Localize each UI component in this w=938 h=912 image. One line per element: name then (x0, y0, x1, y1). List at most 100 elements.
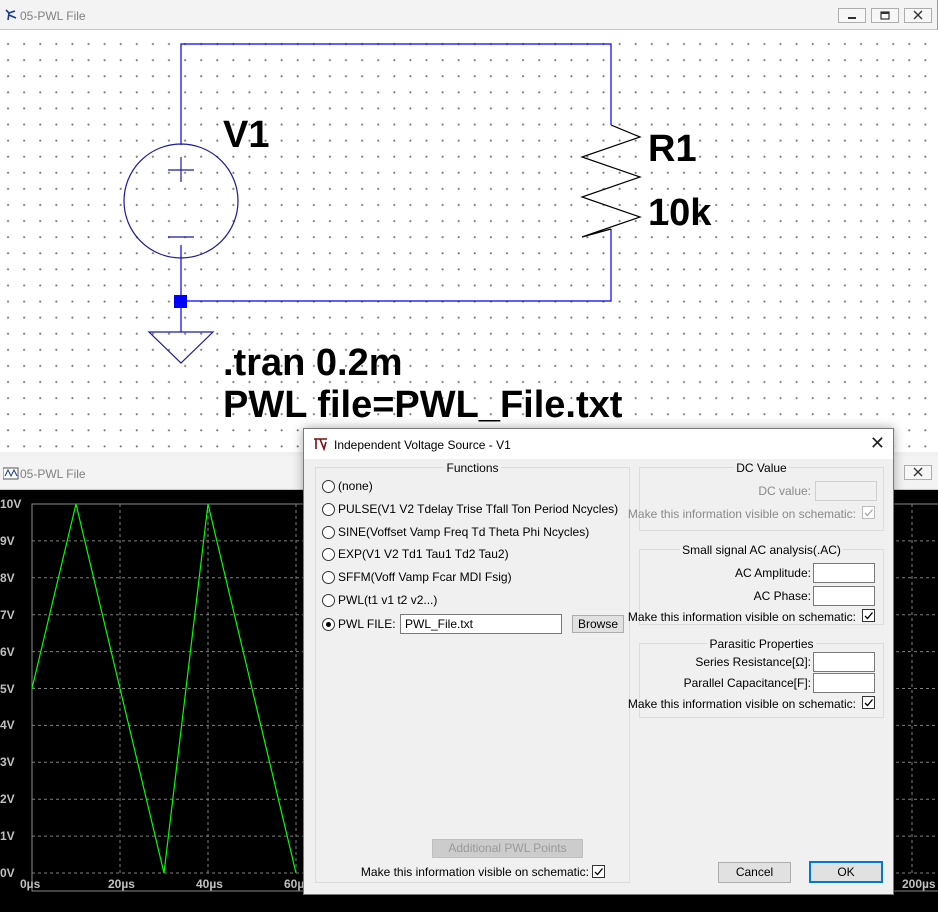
y-tick-label: 4V (0, 718, 15, 733)
ground-symbol (147, 331, 215, 364)
series-resistance-input[interactable] (813, 652, 875, 672)
schematic-window: 05-PWL File V1 R1 10k .tran 0.2m PWL fil… (0, 0, 938, 452)
dialog-close-icon[interactable]: ✕ (870, 433, 885, 454)
checkmark-icon (864, 509, 873, 517)
functions-label: Functions (444, 461, 501, 475)
ac-analysis-label: Small signal AC analysis(.AC) (680, 543, 843, 557)
x-tick-label: 200µs (902, 877, 936, 891)
radio-exp[interactable]: EXP(V1 V2 Td1 Tau1 Td2 Tau2) (322, 546, 509, 562)
browse-button[interactable]: Browse (572, 615, 624, 633)
tran-directive[interactable]: .tran 0.2m (223, 342, 403, 385)
radio-label-sine: SINE(Voffset Vamp Freq Td Theta Phi Ncyc… (338, 525, 590, 539)
y-tick-label: 2V (0, 792, 15, 807)
radio-circle[interactable] (322, 525, 335, 539)
radio-pulse[interactable]: PULSE(V1 V2 Tdelay Trise Tfall Ton Perio… (322, 501, 618, 517)
radio-label-none: (none) (338, 479, 373, 493)
dialog-titlebar[interactable]: Independent Voltage Source - V1 ✕ (304, 429, 893, 459)
x-tick-label: 0µs (20, 877, 41, 891)
cancel-button[interactable]: Cancel (718, 862, 791, 883)
parallel-capacitance-label: Parallel Capacitance[F]: (683, 676, 811, 690)
resistor-r1 (580, 124, 642, 238)
radio-circle-selected[interactable] (322, 617, 335, 631)
close-icon (913, 467, 923, 477)
voltage-source-v1 (123, 143, 239, 259)
restore-button[interactable] (871, 8, 899, 23)
parallel-capacitance-input[interactable] (813, 673, 875, 693)
y-tick-label: 7V (0, 607, 15, 622)
radio-circle[interactable] (322, 479, 335, 493)
ac-phase-input[interactable] (813, 586, 875, 606)
radio-circle[interactable] (322, 502, 335, 516)
dc-value-group: DC Value DC value: Make this information… (628, 461, 884, 531)
schematic-title: 05-PWL File (20, 9, 86, 23)
radio-label-pwl-file: PWL FILE: (338, 617, 396, 631)
ac-analysis-group: Small signal AC analysis(.AC) AC Amplitu… (628, 543, 884, 625)
node-junction (174, 295, 187, 308)
y-tick-label: 8V (0, 570, 15, 585)
radio-none[interactable]: (none) (322, 478, 373, 494)
schematic-canvas[interactable]: V1 R1 10k .tran 0.2m PWL file=PWL_File.t… (0, 30, 938, 452)
y-tick-label: 10V (0, 497, 22, 511)
dialog-title: Independent Voltage Source - V1 (334, 438, 511, 452)
dc-visible-label: Make this information visible on schemat… (627, 507, 856, 521)
dc-value-input[interactable] (815, 481, 877, 501)
y-tick-label: 6V (0, 644, 15, 659)
dc-value-label: DC value: (758, 484, 811, 498)
radio-pwl[interactable]: PWL(t1 v1 t2 v2...) (322, 592, 437, 608)
radio-circle[interactable] (322, 570, 335, 584)
schematic-titlebar[interactable]: 05-PWL File (0, 0, 937, 30)
radio-circle[interactable] (322, 547, 335, 561)
pwl-directive[interactable]: PWL file=PWL_File.txt (223, 384, 622, 427)
additional-pwl-points-button[interactable]: Additional PWL Points (432, 839, 583, 858)
x-tick-label: 40µs (196, 877, 223, 891)
parasitic-visible-checkbox[interactable] (862, 696, 875, 709)
y-tick-label: 5V (0, 681, 15, 696)
ac-amplitude-input[interactable] (813, 563, 875, 583)
r1-label[interactable]: R1 (648, 128, 697, 171)
radio-sine[interactable]: SINE(Voffset Vamp Freq Td Theta Phi Ncyc… (322, 524, 589, 540)
pwl-file-input[interactable]: PWL_File.txt (400, 614, 562, 634)
minimize-button[interactable] (838, 8, 866, 23)
ac-amplitude-label: AC Amplitude: (734, 566, 811, 580)
radio-sffm[interactable]: SFFM(Voff Vamp Fcar MDI Fsig) (322, 569, 512, 585)
wire-bottom (180, 229, 612, 302)
close-icon (913, 10, 923, 20)
y-tick-label: 9V (0, 533, 15, 548)
r1-value[interactable]: 10k (648, 192, 711, 235)
close-button[interactable] (904, 8, 932, 23)
functions-visible-label: Make this information visible on schemat… (360, 865, 589, 879)
radio-label-pwl: PWL(t1 v1 t2 v2...) (338, 593, 438, 607)
v1-label[interactable]: V1 (223, 114, 269, 157)
waveform-title: 05-PWL File (20, 467, 86, 481)
functions-visible-checkbox[interactable] (592, 865, 605, 878)
checkmark-icon (864, 699, 873, 707)
radio-circle[interactable] (322, 593, 335, 607)
ltspice-app-icon (5, 9, 17, 21)
series-resistance-label: Series Resistance[Ω]: (695, 655, 811, 669)
y-tick-label: 3V (0, 755, 15, 770)
source-icon (314, 438, 327, 451)
dc-value-group-label: DC Value (734, 461, 789, 475)
ac-visible-checkbox[interactable] (862, 609, 875, 622)
minimize-icon (848, 17, 856, 19)
parasitic-visible-label: Make this information visible on schemat… (627, 697, 856, 711)
parasitic-group: Parasitic Properties Series Resistance[Ω… (628, 637, 884, 718)
x-tick-label: 60µ (284, 877, 305, 891)
waveform-close-button[interactable] (904, 465, 932, 480)
x-tick-label: 20µs (108, 877, 135, 891)
y-tick-label: 1V (0, 829, 15, 844)
ac-visible-label: Make this information visible on schemat… (627, 610, 856, 624)
radio-label-pulse: PULSE(V1 V2 Tdelay Trise Tfall Ton Perio… (338, 502, 619, 516)
checkmark-icon (864, 612, 873, 620)
parasitic-label: Parasitic Properties (707, 637, 816, 651)
dc-visible-checkbox[interactable] (862, 506, 875, 519)
radio-pwl-file[interactable]: PWL FILE: (322, 616, 396, 632)
wires (180, 43, 612, 332)
restore-icon (880, 11, 890, 20)
ok-button[interactable]: OK (809, 861, 883, 883)
voltage-source-dialog: Independent Voltage Source - V1 ✕ Functi… (303, 428, 894, 895)
checkmark-icon (594, 868, 603, 876)
ac-phase-label: AC Phase: (753, 589, 811, 603)
waveform-app-icon (3, 467, 19, 480)
radio-label-sffm: SFFM(Voff Vamp Fcar MDI Fsig) (338, 570, 512, 584)
